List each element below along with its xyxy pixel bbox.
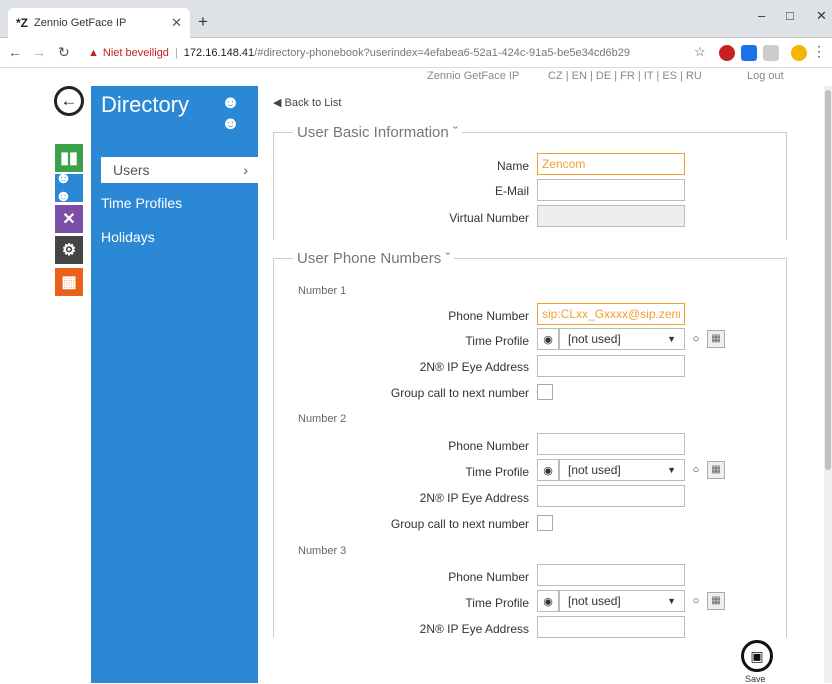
group-call-2-checkbox[interactable] xyxy=(537,515,553,531)
ip-eye-1-input[interactable] xyxy=(537,355,685,377)
time-profile-radio-off[interactable]: ○ xyxy=(685,328,707,350)
address-bar: ← → ↻ ▲ Niet beveiligd | 172.16.148.41 /… xyxy=(0,38,832,68)
scrollbar-thumb[interactable] xyxy=(825,90,831,470)
phone-number-3-input[interactable] xyxy=(537,564,685,586)
group-call-label: Group call to next number xyxy=(390,517,529,531)
tab-close-icon[interactable]: ✕ xyxy=(171,15,182,31)
profile-avatar[interactable] xyxy=(791,45,807,61)
name-label: Name xyxy=(496,159,529,173)
ip-eye-3-input[interactable] xyxy=(537,616,685,638)
time-profile-label: Time Profile xyxy=(465,465,529,479)
tab-title: Zennio GetFace IP xyxy=(34,17,127,29)
name-input[interactable] xyxy=(537,153,685,175)
sidebar-item-time-profiles[interactable]: Time Profiles xyxy=(101,195,182,211)
warning-icon: ▲ xyxy=(88,47,99,59)
email-input[interactable] xyxy=(537,179,685,201)
ip-eye-label: 2N® IP Eye Address xyxy=(419,491,529,505)
sidebar-item-label: Users xyxy=(113,162,150,178)
number-1-label: Number 1 xyxy=(298,285,347,297)
chevron-down-icon: ˇ xyxy=(452,124,458,141)
time-profile-radio-off[interactable]: ○ xyxy=(685,590,707,612)
time-profile-label: Time Profile xyxy=(465,334,529,348)
tools-icon[interactable]: ✕ xyxy=(55,205,83,233)
virtual-number-label: Virtual Number xyxy=(449,211,529,225)
sidebar-title: Directory xyxy=(101,92,190,117)
time-profile-radio-off[interactable]: ○ xyxy=(685,459,707,481)
calendar-icon[interactable]: ▦ xyxy=(707,461,725,479)
phone-number-label: Phone Number xyxy=(448,439,529,453)
dropdown-arrow-icon: ▼ xyxy=(667,334,676,344)
grid-icon[interactable]: ▦ xyxy=(55,268,83,296)
url-path: /#directory-phonebook?userindex=4efabea6… xyxy=(254,47,630,59)
product-name: Zennio GetFace IP xyxy=(427,70,520,82)
back-circle-icon[interactable]: ← xyxy=(54,86,84,116)
close-window-icon[interactable]: ✕ xyxy=(816,8,827,24)
time-profile-radio-on[interactable]: ◉ xyxy=(537,459,559,481)
browser-tab-bar: *Z Zennio GetFace IP ✕ + – □ ✕ xyxy=(0,0,832,38)
save-button[interactable]: ▣ xyxy=(741,640,773,672)
virtual-number-input[interactable] xyxy=(537,205,685,227)
time-profile-radio-on[interactable]: ◉ xyxy=(537,328,559,350)
users-icon[interactable]: ☻☻ xyxy=(55,170,83,205)
new-tab-icon[interactable]: + xyxy=(198,12,208,32)
url-host: 172.16.148.41 xyxy=(183,47,255,59)
extension-icon[interactable] xyxy=(741,45,757,61)
chevron-right-icon: › xyxy=(243,162,248,178)
ip-eye-label: 2N® IP Eye Address xyxy=(419,360,529,374)
forward-arrow-icon[interactable]: → xyxy=(32,44,46,60)
maximize-icon[interactable]: □ xyxy=(786,8,794,23)
time-profile-3-select[interactable]: [not used] ▼ xyxy=(559,590,685,612)
gear-icon[interactable]: ⚙ xyxy=(55,236,83,264)
dropdown-arrow-icon: ▼ xyxy=(667,465,676,475)
language-selector[interactable]: CZ | EN | DE | FR | IT | ES | RU xyxy=(548,70,702,82)
back-small-icon: ◀ xyxy=(273,97,285,109)
minimize-icon[interactable]: – xyxy=(758,8,765,23)
sidebar-item-holidays[interactable]: Holidays xyxy=(101,229,155,245)
phone-number-2-input[interactable] xyxy=(537,433,685,455)
time-profile-radio-on[interactable]: ◉ xyxy=(537,590,559,612)
favicon-icon: *Z xyxy=(16,16,28,30)
sidebar-item-users[interactable]: Users › xyxy=(101,157,258,183)
status-chart-icon[interactable]: ▮▮ xyxy=(55,144,83,172)
logout-link[interactable]: Log out xyxy=(747,70,784,82)
time-profile-1-select[interactable]: [not used] ▼ xyxy=(559,328,685,350)
bookmark-star-icon[interactable]: ☆ xyxy=(694,44,706,60)
calendar-icon[interactable]: ▦ xyxy=(707,330,725,348)
phone-number-label: Phone Number xyxy=(448,309,529,323)
back-arrow-icon[interactable]: ← xyxy=(8,44,22,60)
phone-number-1-input[interactable] xyxy=(537,303,685,325)
number-2-label: Number 2 xyxy=(298,413,347,425)
phone-numbers-title[interactable]: User Phone Numbers ˇ xyxy=(293,250,455,267)
directory-users-icon: ☻☻ xyxy=(221,92,240,133)
basic-info-title[interactable]: User Basic Information ˇ xyxy=(293,124,462,141)
security-label: Niet beveiligd xyxy=(102,47,169,59)
back-to-list-link[interactable]: ◀ Back to List xyxy=(273,96,341,109)
cast-extension-icon[interactable] xyxy=(763,45,779,61)
browser-tab[interactable]: *Z Zennio GetFace IP ✕ xyxy=(8,8,190,38)
chevron-down-icon: ˇ xyxy=(445,250,451,267)
url-field[interactable]: ▲ Niet beveiligd | 172.16.148.41 /#direc… xyxy=(88,42,713,64)
url-separator: | xyxy=(174,47,178,59)
dropdown-arrow-icon: ▼ xyxy=(667,596,676,606)
calendar-icon[interactable]: ▦ xyxy=(707,592,725,610)
adblock-extension-icon[interactable] xyxy=(719,45,735,61)
time-profile-2-select[interactable]: [not used] ▼ xyxy=(559,459,685,481)
time-profile-label: Time Profile xyxy=(465,596,529,610)
reload-icon[interactable]: ↻ xyxy=(58,44,70,61)
group-call-label: Group call to next number xyxy=(390,386,529,400)
email-label: E-Mail xyxy=(494,184,529,198)
ip-eye-2-input[interactable] xyxy=(537,485,685,507)
phone-number-label: Phone Number xyxy=(448,570,529,584)
number-3-label: Number 3 xyxy=(298,545,347,557)
group-call-1-checkbox[interactable] xyxy=(537,384,553,400)
browser-menu-icon[interactable]: ⋮ xyxy=(812,43,826,60)
sidebar: Directory ☻☻ Users › Time Profiles Holid… xyxy=(91,86,258,683)
ip-eye-label: 2N® IP Eye Address xyxy=(419,622,529,636)
save-disk-icon: ▣ xyxy=(750,647,764,664)
